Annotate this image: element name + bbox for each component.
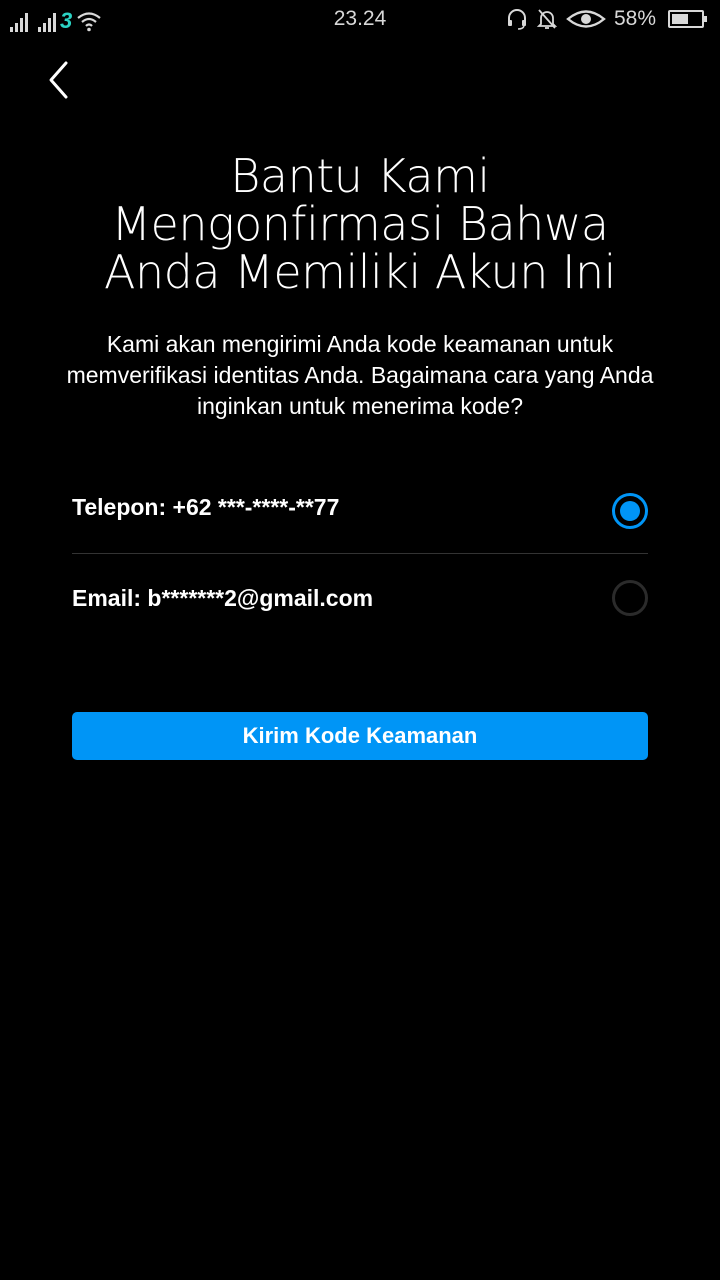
status-bar: 3 23.24 58% (0, 0, 720, 38)
radio-email[interactable] (612, 580, 648, 616)
screen: 3 23.24 58% Bantu Kami Mengonfirmasi Bah… (0, 0, 720, 1280)
eye-icon (566, 10, 606, 28)
battery-percent: 58% (613, 7, 656, 30)
chevron-left-icon (49, 61, 68, 99)
page-description: Kami akan mengirimi Anda kode keamanan u… (66, 331, 654, 419)
send-code-button[interactable]: Kirim Kode Keamanan (72, 712, 648, 760)
option-phone-label: Telepon: +62 ***-****-**77 (72, 494, 340, 520)
option-email[interactable]: Email: b*******2@gmail.com (72, 555, 648, 641)
back-button[interactable] (30, 52, 86, 108)
radio-phone[interactable] (612, 492, 648, 529)
page-title: Bantu Kami Mengonfirmasi Bahwa Anda Memi… (104, 149, 616, 299)
headset-icon (507, 9, 526, 30)
option-phone[interactable]: Telepon: +62 ***-****-**77 (72, 468, 648, 554)
battery-fill (672, 14, 689, 24)
mute-icon (536, 9, 558, 29)
status-right: 58% (506, 6, 708, 32)
option-email-label: Email: b*******2@gmail.com (72, 584, 374, 611)
battery-icon (668, 10, 707, 28)
